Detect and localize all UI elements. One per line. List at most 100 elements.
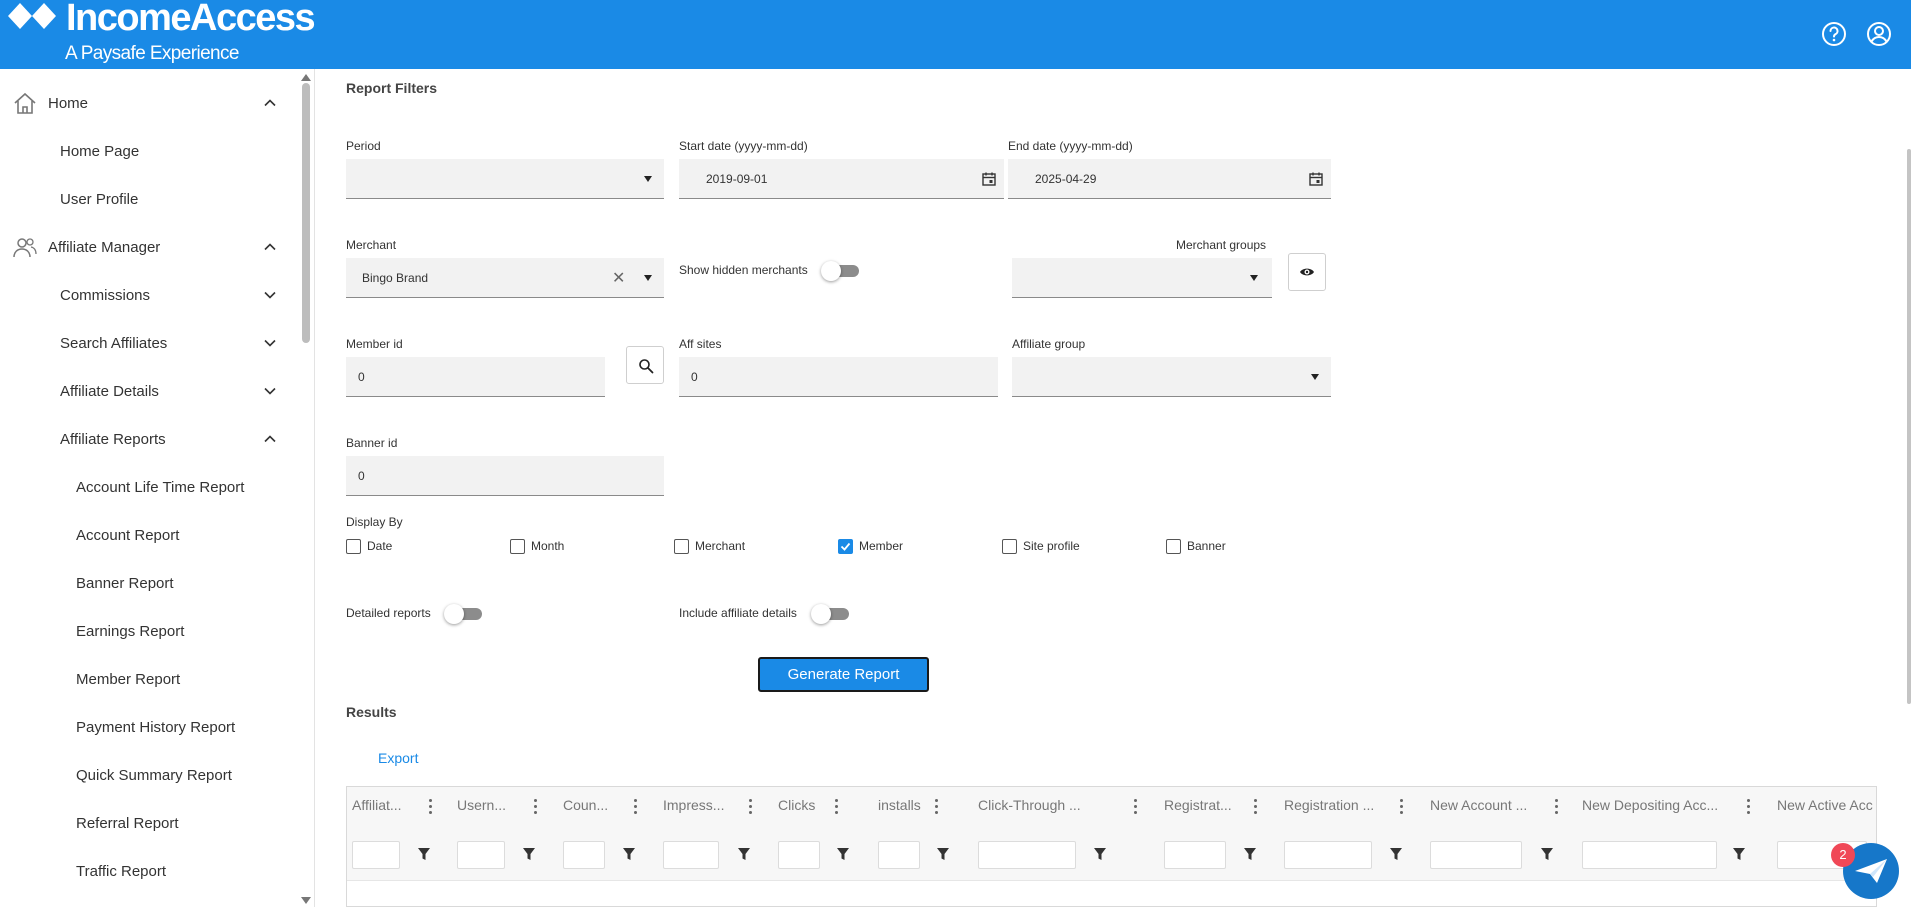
column-header[interactable]: Clicks [778, 797, 815, 813]
column-header[interactable]: Coun... [563, 797, 608, 813]
column-header[interactable]: Impress... [663, 797, 724, 813]
display-by-member-checkbox[interactable] [838, 539, 853, 554]
sidebar-item-commissions[interactable]: Commissions [0, 275, 298, 315]
chevron-down-icon[interactable] [262, 287, 278, 303]
sidebar-item-quick-summary-report[interactable]: Quick Summary Report [0, 755, 298, 795]
main-scrollbar[interactable] [1907, 149, 1911, 704]
filter-icon[interactable] [1243, 846, 1257, 862]
clear-icon[interactable]: ✕ [612, 268, 625, 288]
column-filter-input[interactable] [663, 841, 719, 869]
sidebar-item-member-report[interactable]: Member Report [0, 659, 298, 699]
chevron-up-icon[interactable] [262, 239, 278, 255]
column-filter-input[interactable] [457, 841, 505, 869]
chevron-down-icon[interactable] [262, 335, 278, 351]
display-by-month-checkbox[interactable] [510, 539, 525, 554]
end-date-input[interactable]: 2025-04-29 [1008, 159, 1331, 199]
column-filter-input[interactable] [1164, 841, 1226, 869]
column-filter-input[interactable] [352, 841, 400, 869]
banner-id-input[interactable]: 0 [346, 456, 664, 496]
sidebar-item-payment-history-report[interactable]: Payment History Report [0, 707, 298, 747]
column-header[interactable]: Affiliat... [352, 797, 402, 813]
sidebar-item-home-page[interactable]: Home Page [0, 131, 298, 171]
sidebar-item-label: Affiliate Details [60, 382, 159, 400]
scroll-up-arrow-icon[interactable] [301, 74, 311, 81]
column-header[interactable]: New Active Acc ... [1777, 797, 1876, 813]
merchant-select[interactable]: Bingo Brand ✕ [346, 258, 664, 298]
sidebar-item-account-report[interactable]: Account Report [0, 515, 298, 555]
affiliate-group-select[interactable] [1012, 357, 1331, 397]
sidebar-item-affiliate-manager[interactable]: Affiliate Manager [0, 227, 298, 267]
sidebar-item-banner-report[interactable]: Banner Report [0, 563, 298, 603]
sidebar-item-account-life-time-report[interactable]: Account Life Time Report [0, 467, 298, 507]
calendar-icon[interactable] [1308, 171, 1324, 187]
member-search-button[interactable] [626, 346, 664, 384]
help-icon[interactable] [1820, 20, 1848, 48]
filter-icon[interactable] [1540, 846, 1554, 862]
start-date-input[interactable]: 2019-09-01 [679, 159, 1004, 199]
column-header[interactable]: New Depositing Acc... [1582, 797, 1718, 813]
display-by-merchant-checkbox[interactable] [674, 539, 689, 554]
column-filter-input[interactable] [1430, 841, 1522, 869]
column-filter-input[interactable] [1582, 841, 1717, 869]
column-menu-icon[interactable] [749, 799, 753, 815]
column-header[interactable]: New Account ... [1430, 797, 1527, 813]
column-filter-input[interactable] [978, 841, 1076, 869]
column-filter-input[interactable] [1284, 841, 1372, 869]
filter-icon[interactable] [622, 846, 636, 862]
sidebar-item-user-profile[interactable]: User Profile [0, 179, 298, 219]
chevron-down-icon[interactable] [262, 383, 278, 399]
member-id-input[interactable]: 0 [346, 357, 605, 397]
sidebar-item-affiliate-details[interactable]: Affiliate Details [0, 371, 298, 411]
filter-icon[interactable] [836, 846, 850, 862]
show-hidden-merchants-toggle[interactable] [821, 261, 859, 281]
sidebar-scroll-thumb[interactable] [302, 83, 310, 343]
column-header[interactable]: installs [878, 797, 921, 813]
view-merchant-groups-button[interactable] [1288, 253, 1326, 291]
account-icon[interactable] [1865, 20, 1893, 48]
display-by-site-profile-checkbox[interactable] [1002, 539, 1017, 554]
display-by-date-checkbox[interactable] [346, 539, 361, 554]
detailed-reports-toggle[interactable] [444, 604, 482, 624]
column-menu-icon[interactable] [429, 799, 433, 815]
sidebar-item-search-affiliates[interactable]: Search Affiliates [0, 323, 298, 363]
filter-icon[interactable] [936, 846, 950, 862]
column-menu-icon[interactable] [1747, 799, 1751, 815]
column-menu-icon[interactable] [935, 799, 939, 815]
column-menu-icon[interactable] [1400, 799, 1404, 815]
calendar-icon[interactable] [981, 171, 997, 187]
sidebar-item-earnings-report[interactable]: Earnings Report [0, 611, 298, 651]
column-menu-icon[interactable] [534, 799, 538, 815]
column-header[interactable]: Click-Through ... [978, 797, 1081, 813]
filter-icon[interactable] [1093, 846, 1107, 862]
column-header[interactable]: Usern... [457, 797, 506, 813]
column-menu-icon[interactable] [1555, 799, 1559, 815]
export-link[interactable]: Export [378, 750, 418, 766]
chevron-up-icon[interactable] [262, 95, 278, 111]
sidebar-item-affiliate-reports[interactable]: Affiliate Reports [0, 419, 298, 459]
merchant-groups-select[interactable] [1012, 258, 1272, 298]
filter-icon[interactable] [1389, 846, 1403, 862]
column-menu-icon[interactable] [1134, 799, 1138, 815]
display-by-banner-checkbox[interactable] [1166, 539, 1181, 554]
filter-icon[interactable] [522, 846, 536, 862]
column-header[interactable]: Registration ... [1284, 797, 1374, 813]
sidebar-item-home[interactable]: Home [0, 83, 298, 123]
period-select[interactable] [346, 159, 664, 199]
filter-icon[interactable] [737, 846, 751, 862]
scroll-down-arrow-icon[interactable] [301, 897, 311, 904]
filter-icon[interactable] [1732, 846, 1746, 862]
sidebar-item-traffic-report[interactable]: Traffic Report [0, 851, 298, 891]
aff-sites-input[interactable]: 0 [679, 357, 998, 397]
column-menu-icon[interactable] [835, 799, 839, 815]
column-header[interactable]: Registrat... [1164, 797, 1232, 813]
generate-report-button[interactable]: Generate Report [758, 657, 929, 692]
chevron-up-icon[interactable] [262, 431, 278, 447]
column-filter-input[interactable] [778, 841, 820, 869]
column-menu-icon[interactable] [634, 799, 638, 815]
include-affiliate-details-toggle[interactable] [811, 604, 849, 624]
filter-icon[interactable] [417, 846, 431, 862]
column-filter-input[interactable] [563, 841, 605, 869]
sidebar-item-referral-report[interactable]: Referral Report [0, 803, 298, 843]
column-menu-icon[interactable] [1254, 799, 1258, 815]
column-filter-input[interactable] [878, 841, 920, 869]
